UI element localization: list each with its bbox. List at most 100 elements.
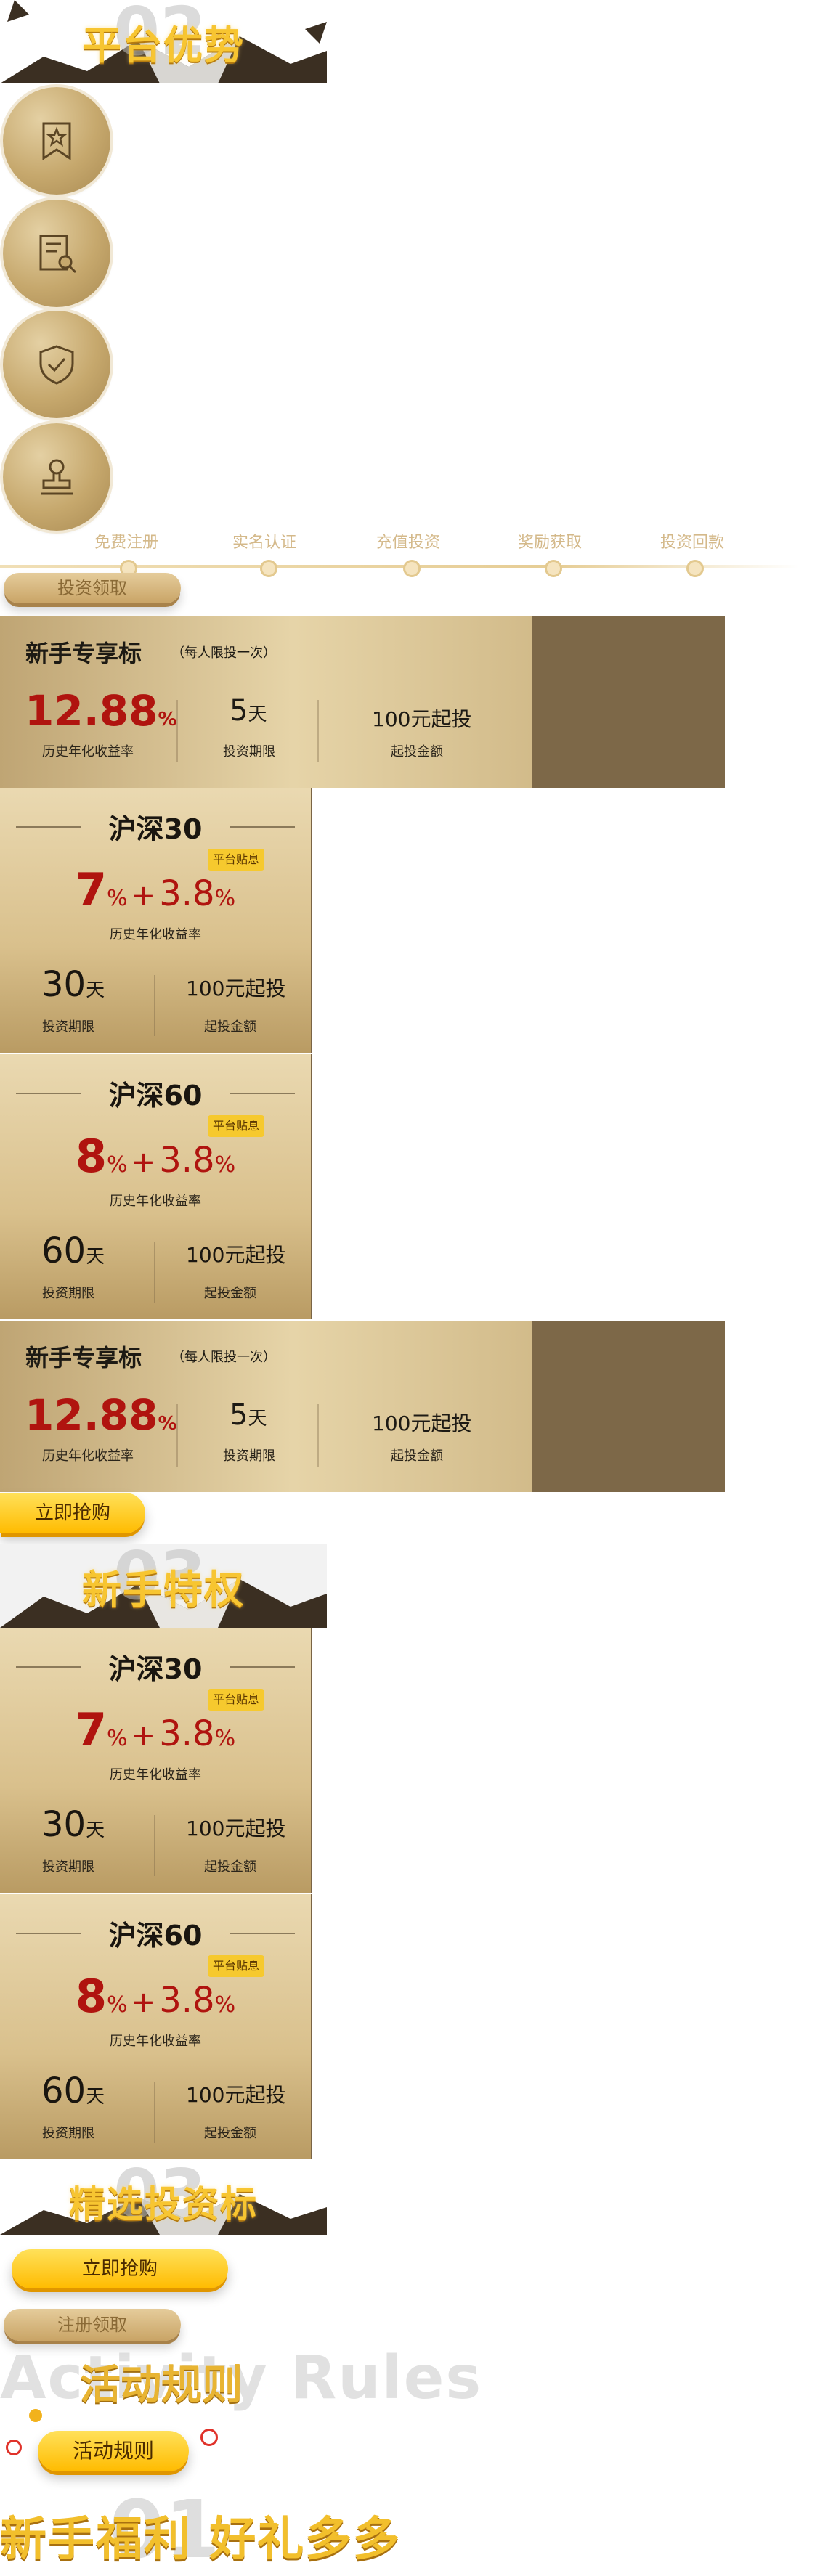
- min-amount: 100元起投: [372, 707, 472, 731]
- card-title: 新手专享标: [25, 1344, 142, 1371]
- rate-label: 历史年化收益率: [110, 2034, 201, 2049]
- divider: [317, 700, 319, 762]
- base-rate: 8: [75, 1970, 107, 2023]
- section-title: 新手特权: [82, 1567, 245, 1613]
- rate-unit: %: [214, 1726, 236, 1751]
- product-title: 沪深60: [108, 1080, 203, 1112]
- term-value: 30天: [41, 1804, 105, 1845]
- buy-now-button[interactable]: 立即抢购: [12, 2249, 228, 2288]
- newbie-card-2[interactable]: 新手专享标 （每人限投一次） 12.88% 历史年化收益率 5天 投资期限 10…: [0, 1321, 725, 1492]
- term-unit: 天: [248, 704, 267, 725]
- product-title: 沪深30: [108, 1653, 203, 1685]
- term-label: 投资期限: [42, 1019, 94, 1035]
- rate-unit: %: [107, 1992, 128, 2018]
- coin-decoration: [29, 2409, 42, 2422]
- rate-label: 历史年化收益率: [110, 1194, 201, 1209]
- divider: [176, 700, 178, 762]
- divider: [154, 1242, 155, 1303]
- feature-circle-2: [3, 200, 110, 307]
- base-rate: 8: [75, 1130, 107, 1183]
- term-number: 5: [230, 694, 248, 727]
- step-dot: [545, 560, 562, 577]
- step-label-verify: 实名认证: [232, 534, 297, 552]
- section-title: 平台优势: [82, 23, 245, 68]
- term-unit: 天: [86, 1819, 105, 1841]
- rate-value: 8% + 3.8%: [0, 1970, 311, 2023]
- min-amount: 100元起投: [186, 1243, 286, 1267]
- section-title: 精选投资标: [69, 2183, 258, 2225]
- bonus-rate: 3.8: [159, 873, 215, 914]
- divider: [154, 975, 155, 1036]
- step-dot: [260, 560, 277, 577]
- plus-sign: +: [131, 879, 156, 913]
- divider: [317, 1404, 319, 1467]
- stamp-icon: [41, 459, 73, 495]
- section-banner-advantage: 02 平台优势: [0, 0, 327, 83]
- product-card-hs30[interactable]: 沪深30 平台贴息 7% + 3.8% 历史年化收益率 30天 100元起投 投…: [0, 1628, 312, 1893]
- rate-unit: %: [158, 1413, 177, 1435]
- buy-now-button[interactable]: 立即抢购: [0, 1493, 145, 1533]
- term-unit: 天: [86, 979, 105, 1001]
- rate-unit: %: [214, 1152, 236, 1178]
- term-unit: 天: [86, 2086, 105, 2108]
- term-label: 投资期限: [42, 2126, 94, 2141]
- term-number: 60: [41, 2071, 86, 2111]
- rate-value: 7% + 3.8%: [0, 863, 311, 916]
- newbie-card-1[interactable]: 新手专享标 （每人限投一次） 12.88% 历史年化收益率 5天 投资期限 10…: [0, 616, 725, 788]
- term-value: 5天: [230, 694, 267, 727]
- invest-receive-button[interactable]: 投资领取: [4, 573, 181, 603]
- min-amount: 100元起投: [186, 977, 286, 1000]
- bonus-rate: 3.8: [159, 1713, 215, 1754]
- term-number: 30: [41, 964, 86, 1005]
- product-card-hs30[interactable]: 沪深30 平台贴息 7% + 3.8% 历史年化收益率 30天 100元起投 投…: [0, 788, 312, 1053]
- term-number: 5: [230, 1398, 248, 1432]
- product-title: 沪深60: [108, 1920, 203, 1952]
- base-rate: 7: [75, 863, 107, 916]
- register-receive-button[interactable]: 注册领取: [4, 2309, 181, 2341]
- feature-circle-4: [3, 423, 110, 531]
- red-ring-decoration: [200, 2429, 218, 2446]
- product-title: 沪深30: [108, 813, 203, 845]
- rate-label: 历史年化收益率: [110, 1767, 201, 1782]
- min-amount: 100元起投: [186, 2083, 286, 2107]
- shield-check-icon: [39, 345, 74, 385]
- step-dot: [686, 560, 704, 577]
- term-value: 60天: [41, 2071, 105, 2111]
- card-subtitle: （每人限投一次）: [171, 1350, 276, 1365]
- rate-unit: %: [107, 1152, 128, 1178]
- activity-rules-button[interactable]: 活动规则: [38, 2431, 189, 2471]
- rules-title: 活动规则: [80, 2362, 243, 2409]
- bonus-rate: 3.8: [159, 1980, 215, 2021]
- min-label: 起投金额: [204, 1859, 256, 1875]
- min-label: 起投金额: [391, 744, 443, 759]
- term-number: 60: [41, 1231, 86, 1271]
- plus-sign: +: [131, 1986, 156, 2019]
- rate-unit: %: [107, 1726, 128, 1751]
- card-title: 新手专享标: [25, 640, 142, 667]
- rate-unit: %: [214, 886, 236, 911]
- section-banner-selected: 03 精选投资标: [0, 2162, 327, 2235]
- card-subtitle: （每人限投一次）: [171, 645, 276, 661]
- plus-sign: +: [131, 1146, 156, 1179]
- rate-value: 8% + 3.8%: [0, 1130, 311, 1183]
- base-rate: 7: [75, 1703, 107, 1756]
- bookmark-star-icon: [42, 122, 71, 160]
- rate-value: 12.88%: [25, 686, 177, 735]
- feature-circle-3: [3, 311, 110, 418]
- rate-unit: %: [107, 886, 128, 911]
- min-label: 起投金额: [204, 1019, 256, 1035]
- term-number: 30: [41, 1804, 86, 1845]
- min-label: 起投金额: [391, 1448, 443, 1464]
- step-label-register: 免费注册: [94, 534, 159, 552]
- step-label-recharge: 充值投资: [376, 534, 441, 552]
- divider: [154, 2082, 155, 2143]
- term-value: 5天: [230, 1398, 267, 1432]
- step-dot: [403, 560, 421, 577]
- feature-circle-1: [3, 87, 110, 195]
- rate-unit: %: [158, 709, 177, 730]
- term-unit: 天: [86, 1246, 105, 1268]
- product-card-hs60[interactable]: 沪深60 平台贴息 8% + 3.8% 历史年化收益率 60天 100元起投 投…: [0, 1894, 312, 2159]
- rate-value: 7% + 3.8%: [0, 1703, 311, 1756]
- min-amount: 100元起投: [372, 1411, 472, 1435]
- product-card-hs60[interactable]: 沪深60 平台贴息 8% + 3.8% 历史年化收益率 60天 100元起投 投…: [0, 1054, 312, 1319]
